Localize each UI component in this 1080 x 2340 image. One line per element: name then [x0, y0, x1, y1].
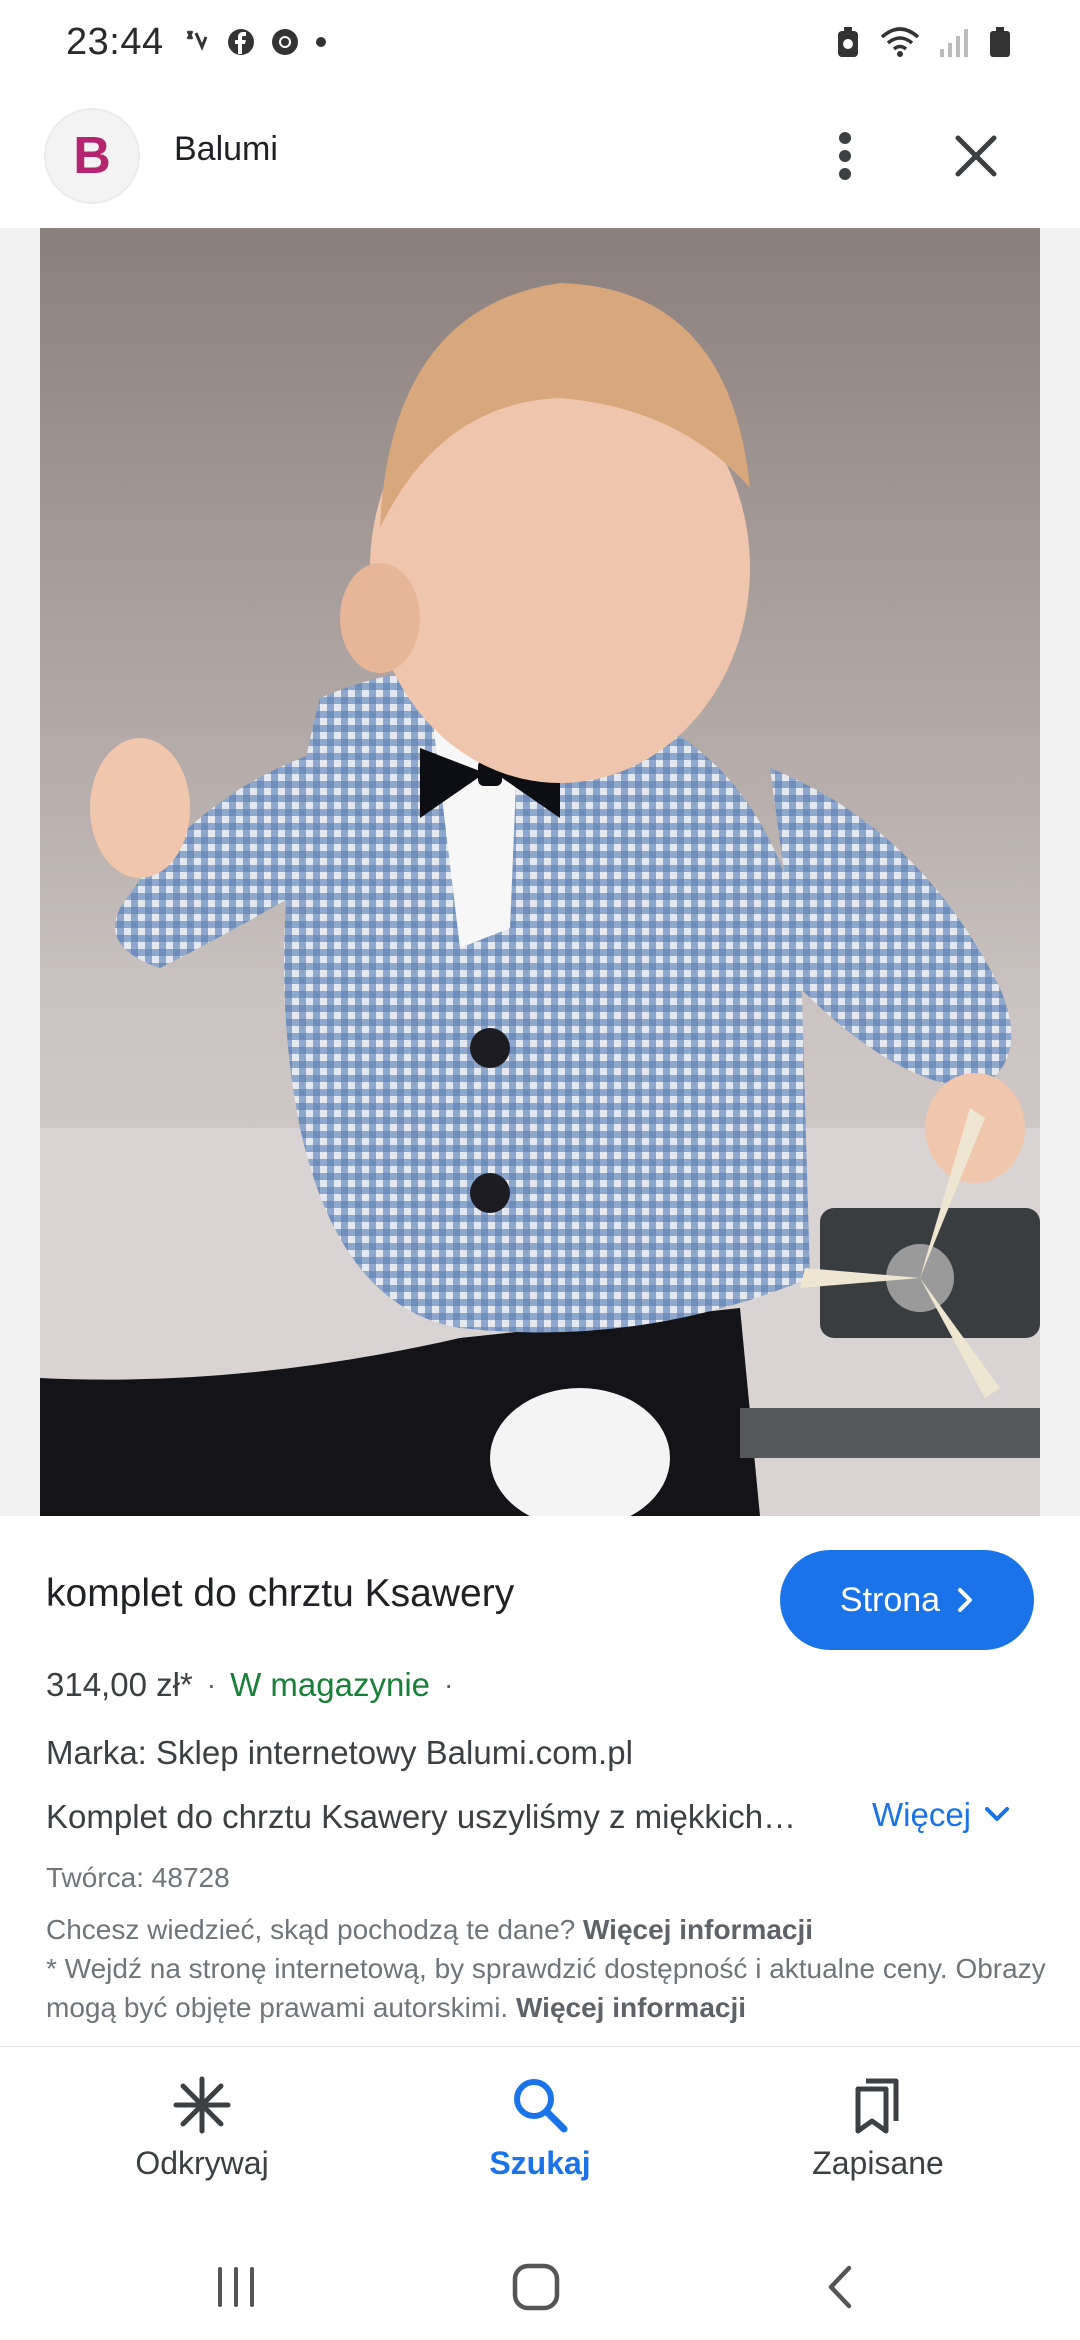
separator-dot: · [206, 1669, 217, 1700]
nav-item-odkrywaj[interactable]: Odkrywaj [72, 2075, 332, 2182]
missed-call-icon [182, 27, 212, 57]
more-vert-icon [839, 132, 851, 180]
nav-label-szukaj: Szukaj [489, 2145, 591, 2181]
close-button[interactable] [940, 120, 1012, 192]
logo-letter: B [73, 127, 111, 185]
recent-apps-button[interactable] [196, 2250, 276, 2324]
product-description: Komplet do chrztu Ksawery uszyliśmy z mi… [46, 1798, 797, 1835]
battery-icon [988, 25, 1012, 59]
brand: Marka: Sklep internetowy Balumi.com.pl [46, 1734, 633, 1771]
site-name[interactable]: Balumi [174, 130, 278, 169]
asterisk-icon [173, 2076, 231, 2134]
separator-dot: · [444, 1669, 454, 1700]
price: 314,00 zł* [46, 1666, 193, 1703]
wifi-icon [878, 25, 922, 59]
info-link[interactable]: Więcej informacji [583, 1914, 813, 1945]
product-title: komplet do chrztu Ksawery [46, 1572, 515, 1615]
bookmarks-icon [855, 2078, 899, 2134]
back-button[interactable] [800, 2250, 880, 2324]
signal-icon [938, 25, 972, 59]
visit-site-label: Strona [839, 1580, 941, 1619]
back-icon [828, 2265, 852, 2309]
system-navigation [0, 2236, 1080, 2340]
battery-saver-icon [834, 25, 862, 59]
home-icon [512, 2263, 560, 2311]
product-photo[interactable] [40, 228, 1040, 1516]
image-viewer[interactable] [0, 228, 1080, 1674]
disclaimer-link[interactable]: Więcej informacji [516, 1992, 746, 2023]
dot-icon [314, 35, 328, 49]
stock-status: W magazynie [230, 1666, 431, 1703]
more-button[interactable]: Więcej [872, 1796, 1011, 1834]
search-icon [514, 2079, 568, 2133]
data-source-info: Chcesz wiedzieć, skąd pochodzą te dane? … [46, 1910, 1046, 2027]
home-button[interactable] [496, 2250, 576, 2324]
status-time: 23:44 [66, 20, 164, 63]
site-logo[interactable]: B [44, 108, 140, 204]
info-question: Chcesz wiedzieć, skąd pochodzą te dane? [46, 1914, 576, 1945]
facebook-icon [226, 27, 256, 57]
chevron-right-icon [958, 1588, 973, 1612]
nav-label-zapisane: Zapisane [812, 2145, 944, 2181]
creator: Twórca: 48728 [46, 1862, 230, 1893]
visit-site-button[interactable]: Strona [780, 1550, 1034, 1650]
app-bar: B Balumi [0, 100, 1080, 212]
more-label: Więcej [872, 1796, 972, 1833]
more-options-button[interactable] [810, 120, 880, 192]
nav-item-szukaj[interactable]: Szukaj [410, 2075, 670, 2182]
nav-item-zapisane[interactable]: Zapisane [748, 2075, 1008, 2182]
chevron-down-icon [985, 1807, 1010, 1821]
status-bar: 23:44 [0, 0, 1080, 84]
recent-apps-icon [218, 2267, 254, 2307]
close-icon [955, 135, 997, 177]
price-row: 314,00 zł* · W magazynie · [46, 1666, 453, 1704]
bottom-navigation: Odkrywaj Szukaj Zapisane [0, 2046, 1080, 2236]
nav-label-odkrywaj: Odkrywaj [135, 2145, 269, 2181]
chrome-icon [270, 27, 300, 57]
